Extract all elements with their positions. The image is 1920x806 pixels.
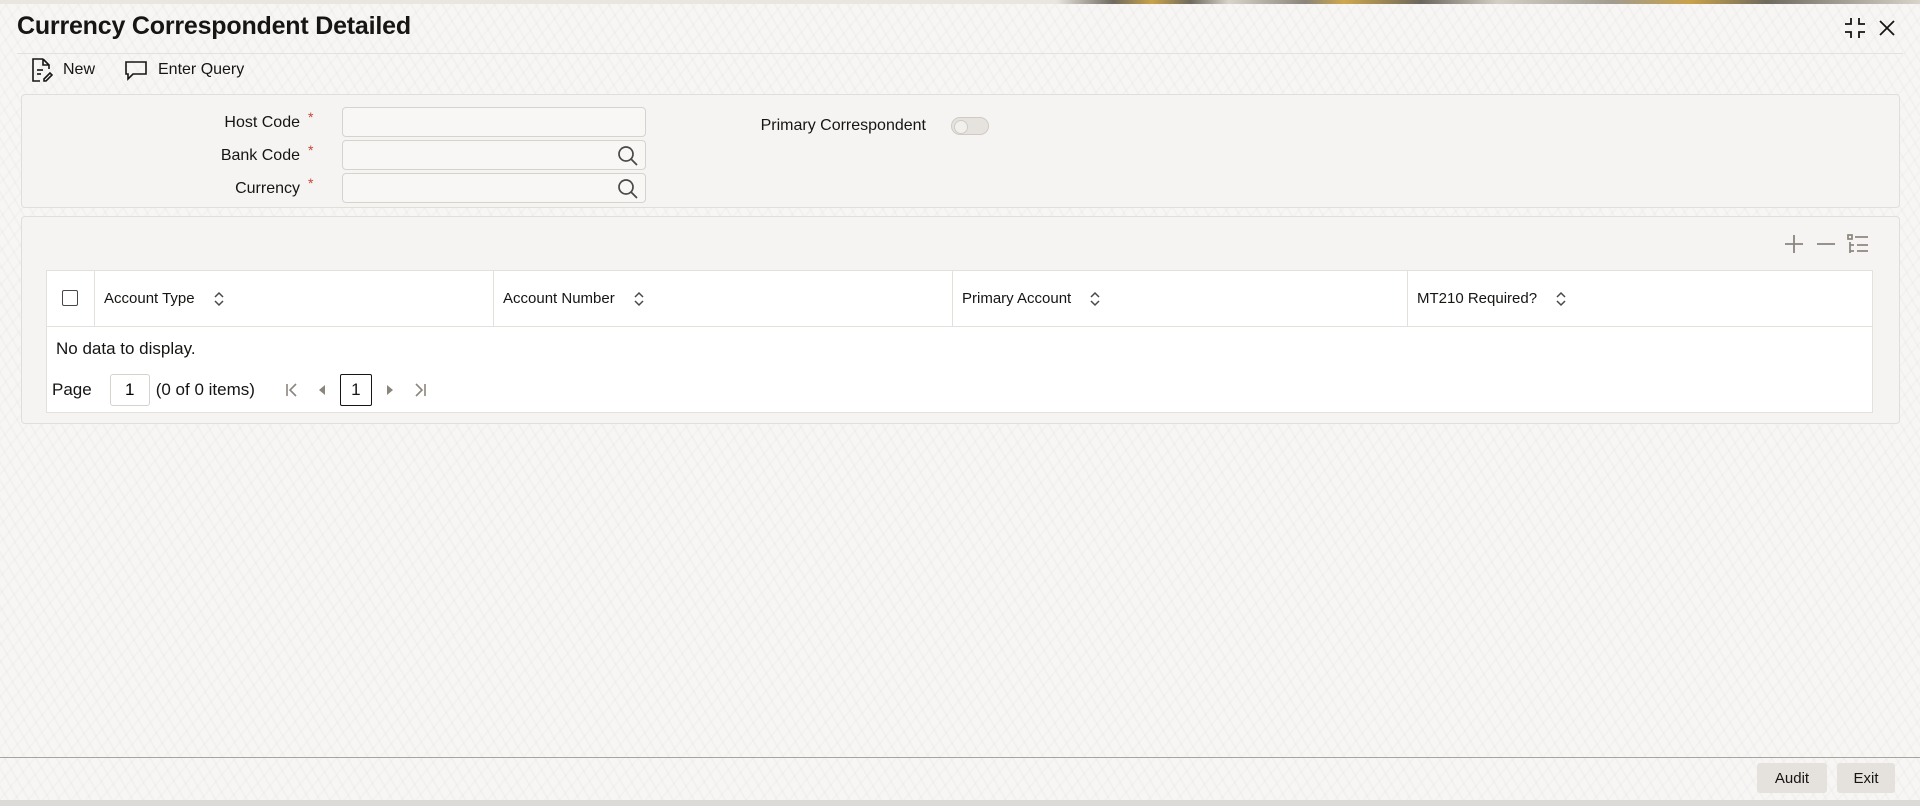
- new-button-label: New: [63, 61, 96, 78]
- next-page-icon: [386, 385, 393, 395]
- sort-icon[interactable]: [1089, 291, 1101, 307]
- page-title: Currency Correspondent Detailed: [17, 12, 411, 40]
- host-code-label: Host Code: [224, 114, 300, 131]
- host-code-required-mark: *: [308, 109, 314, 125]
- single-record-view-icon: [1847, 234, 1868, 253]
- toggle-knob: [954, 120, 968, 134]
- sort-icon[interactable]: [213, 291, 225, 307]
- title-divider: [17, 53, 1903, 54]
- table-header: Account Type Account Number Primary Acco…: [47, 271, 1872, 327]
- next-page-button[interactable]: [375, 374, 405, 406]
- previous-page-icon: [318, 385, 325, 395]
- column-header-label: Account Type: [104, 290, 195, 307]
- bank-code-search-icon[interactable]: [617, 145, 639, 167]
- primary-correspondent-label: Primary Correspondent: [760, 117, 926, 134]
- column-header-mt210-required[interactable]: MT210 Required?: [1408, 271, 1872, 326]
- last-page-button[interactable]: [405, 374, 435, 406]
- top-decorative-strip: [0, 0, 1920, 4]
- host-code-field[interactable]: [342, 107, 646, 137]
- primary-correspondent-toggle[interactable]: [951, 117, 989, 135]
- column-header-label: Account Number: [503, 290, 615, 307]
- previous-page-button[interactable]: [307, 374, 337, 406]
- current-page-button[interactable]: 1: [339, 374, 372, 406]
- bank-code-label: Bank Code: [220, 147, 300, 164]
- bank-code-field[interactable]: [342, 140, 646, 170]
- new-document-icon: [32, 58, 53, 82]
- select-all-checkbox[interactable]: [62, 290, 78, 306]
- column-header-account-number[interactable]: Account Number: [494, 271, 953, 326]
- header-form-panel: [21, 94, 1900, 208]
- audit-button[interactable]: Audit: [1757, 763, 1827, 793]
- last-page-icon: [415, 383, 426, 397]
- empty-table-message: No data to display.: [56, 339, 196, 358]
- host-code-input[interactable]: [343, 108, 619, 136]
- column-header-label: MT210 Required?: [1417, 290, 1538, 307]
- page-number-input[interactable]: [109, 374, 150, 406]
- currency-input[interactable]: [343, 174, 619, 202]
- pagination: Page (0 of 0 items) 1: [52, 373, 435, 407]
- delete-row-icon: [1817, 243, 1835, 245]
- enter-query-button[interactable]: Enter Query: [124, 56, 244, 84]
- add-row-button[interactable]: [1782, 232, 1806, 256]
- currency-field[interactable]: [342, 173, 646, 203]
- close-window-button[interactable]: [1873, 14, 1901, 42]
- bank-code-required-mark: *: [308, 142, 314, 158]
- bottom-status-bar: [0, 800, 1920, 806]
- add-row-icon: [1785, 235, 1803, 253]
- sort-icon[interactable]: [633, 291, 645, 307]
- sort-icon[interactable]: [1555, 291, 1567, 307]
- new-button[interactable]: New: [29, 56, 95, 84]
- first-page-button[interactable]: [277, 374, 307, 406]
- single-record-view-button[interactable]: [1846, 232, 1870, 256]
- select-all-cell: [47, 271, 95, 326]
- delete-row-button[interactable]: [1814, 232, 1838, 256]
- chat-bubble-icon: [125, 61, 147, 81]
- column-header-label: Primary Account: [962, 290, 1072, 307]
- collapse-icon: [1845, 18, 1865, 38]
- collapse-window-button[interactable]: [1841, 14, 1869, 42]
- column-header-primary-account[interactable]: Primary Account: [953, 271, 1408, 326]
- currency-label: Currency: [235, 180, 300, 197]
- first-page-icon: [286, 383, 297, 397]
- exit-button[interactable]: Exit: [1837, 763, 1895, 793]
- page-label: Page: [52, 380, 92, 399]
- currency-search-icon[interactable]: [617, 178, 639, 200]
- items-count: (0 of 0 items): [155, 380, 255, 399]
- column-header-account-type[interactable]: Account Type: [95, 271, 494, 326]
- enter-query-label: Enter Query: [158, 61, 245, 78]
- accounts-table: Account Type Account Number Primary Acco…: [46, 270, 1873, 413]
- currency-required-mark: *: [308, 175, 314, 191]
- bank-code-input[interactable]: [343, 141, 619, 169]
- footer-divider: [0, 757, 1920, 758]
- close-icon: [1879, 20, 1895, 36]
